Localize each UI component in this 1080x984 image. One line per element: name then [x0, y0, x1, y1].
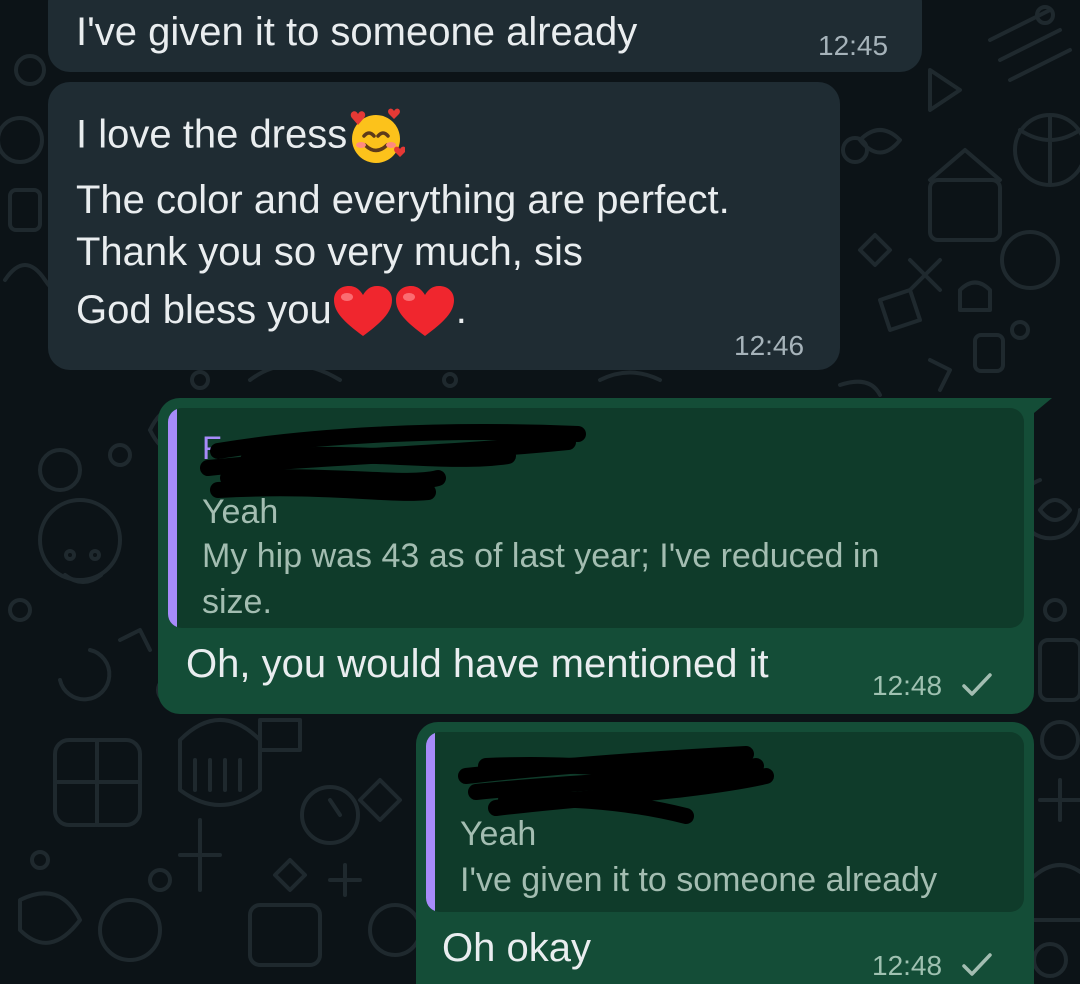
message-text: Oh okay	[442, 926, 591, 970]
message-timestamp: 12:48	[872, 670, 943, 701]
message-text: I love the dress	[76, 112, 348, 157]
quoted-message[interactable]: F Yeah My hip was 43 as of last year; I'…	[168, 408, 1024, 628]
quote-text: size.	[202, 583, 272, 621]
message-bubble-incoming[interactable]: I love the dress The color and everythin…	[48, 82, 840, 370]
quote-accent-bar	[168, 408, 177, 628]
quote-text: I've given it to someone already	[460, 861, 938, 899]
red-heart-emoji	[333, 286, 392, 337]
message-text: Oh, you would have mentioned it	[186, 642, 769, 686]
smiling-face-with-hearts-emoji	[351, 108, 406, 163]
single-check-icon	[962, 673, 992, 696]
message-bubble-outgoing[interactable]: F Yeah My hip was 43 as of last year; I'…	[158, 398, 1052, 714]
quote-text: Yeah	[202, 493, 279, 531]
message-bubble-outgoing[interactable]: Yeah I've given it to someone already Oh…	[416, 722, 1034, 984]
message-text: The color and everything are perfect.	[76, 178, 730, 222]
red-heart-emoji	[395, 286, 454, 337]
message-text: .	[455, 288, 467, 332]
message-timestamp: 12:45	[818, 30, 889, 61]
message-text: God bless you	[76, 288, 332, 332]
quoted-message[interactable]: Yeah I've given it to someone already	[426, 732, 1024, 912]
quote-text: My hip was 43 as of last year; I've redu…	[202, 537, 880, 575]
message-line: God bless you .	[76, 284, 467, 340]
bubble-tail	[1028, 398, 1052, 418]
single-check-icon	[962, 953, 992, 976]
message-bubble-incoming[interactable]: I've given it to someone already 12:45	[48, 0, 922, 72]
message-text: I've given it to someone already	[76, 10, 638, 54]
message-text: Thank you so very much, sis	[76, 230, 583, 274]
message-timestamp: 12:48	[872, 950, 943, 981]
quote-text: Yeah	[460, 815, 537, 853]
chat-screen: I've given it to someone already 12:45 I…	[0, 0, 1080, 984]
message-line: I love the dress	[76, 108, 406, 166]
quote-accent-bar	[426, 732, 435, 912]
message-timestamp: 12:46	[734, 330, 805, 361]
